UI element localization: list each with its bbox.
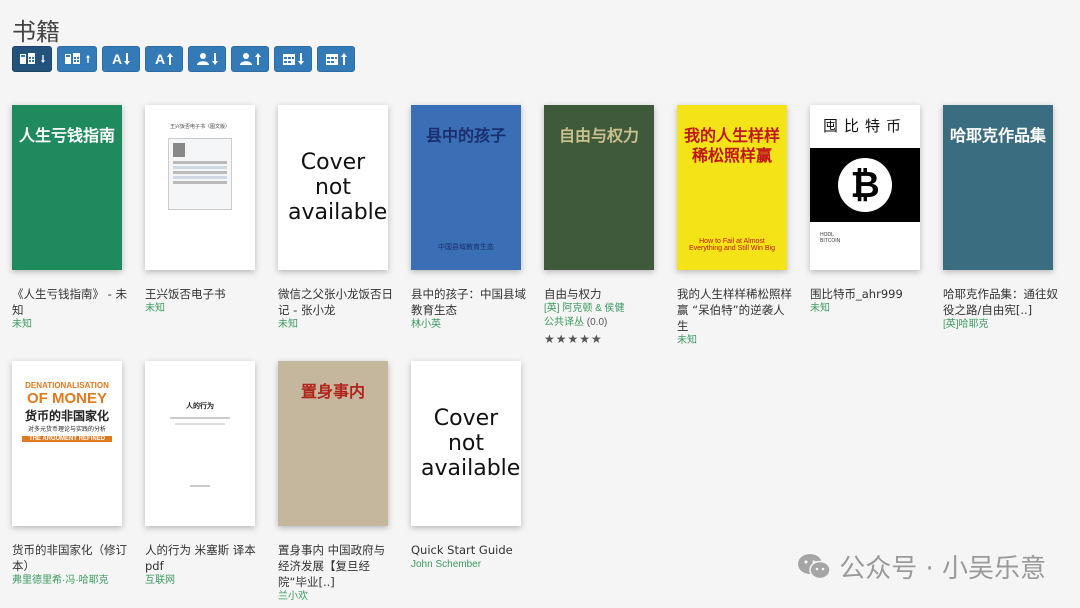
cover-placeholder[interactable]: Cover not available (411, 361, 521, 526)
sort-toolbar: AA (12, 46, 355, 72)
book-card: 囤比特币 ₿ HODL BITCOIN 围比特币_ahr999 未知 (810, 105, 928, 316)
rating-stars: ★★★★★ (544, 332, 603, 346)
book-cover[interactable]: 人的行为 (145, 361, 255, 526)
calendar-icon (326, 54, 338, 65)
arrow-up-icon (167, 53, 174, 65)
book-icon (20, 53, 35, 64)
arrow-down-icon (298, 53, 304, 65)
book-card: 置身事内置身事内 中国政府与经济发展【复旦经院“毕业[..] 兰小欢 (278, 361, 396, 604)
watermark: 公众号 · 小吴乐意 (797, 548, 1046, 585)
book-title[interactable]: 王兴饭否电子书 (145, 286, 263, 302)
sort-title-glyph: A (111, 51, 123, 67)
sort-author-desc-button[interactable] (231, 46, 269, 72)
book-card: 县中的孩子 中国县域教育生态县中的孩子：中国县域教育生态 林小英 (411, 105, 529, 332)
watermark-text: 公众号 · 小吴乐意 (839, 554, 1046, 584)
arrow-up-icon (341, 53, 347, 65)
book-author[interactable]: 兰小欢 (278, 590, 396, 604)
sort-pubdate-desc-button[interactable] (274, 46, 312, 72)
book-card: 人的行为人的行为 米塞斯 译本 pdf 互联网 (145, 361, 263, 588)
book-title[interactable]: 置身事内 中国政府与经济发展【复旦经院“毕业[..] (278, 542, 396, 590)
page-title: 书籍 (12, 18, 60, 46)
book-title[interactable]: 人的行为 米塞斯 译本 pdf (145, 542, 263, 574)
book-cover[interactable]: DENATIONALISATION OF MONEY 货币的非国家化 对多元货币理论与… (12, 361, 122, 526)
book-card: 王兴饭否电子书（图文版） 王兴饭否电子书 未知 (145, 105, 263, 316)
book-author[interactable]: [英]哈耶克 (943, 318, 1061, 332)
arrow-up-icon (255, 53, 261, 65)
book-card: 我的人生样样稀松照样赢 How to Fail at Almost Everyth… (677, 105, 795, 348)
sort-pubdate-asc-button[interactable] (317, 46, 355, 72)
bitcoin-icon: ₿ (810, 148, 920, 222)
series-index: (0.0) (586, 317, 608, 328)
book-title[interactable]: Quick Start Guide (411, 542, 529, 558)
sort-date-asc-button[interactable] (57, 46, 97, 72)
book-author[interactable]: 未知 (810, 302, 928, 316)
book-author[interactable]: 林小英 (411, 318, 529, 332)
book-cover[interactable]: 哈耶克作品集 (943, 105, 1053, 270)
book-author[interactable]: 未知 (677, 334, 795, 348)
book-title[interactable]: 自由与权力 (544, 286, 662, 302)
book-title[interactable]: 围比特币_ahr999 (810, 286, 928, 302)
book-title[interactable]: 货币的非国家化（修订本） (12, 542, 130, 574)
book-title[interactable]: 我的人生样样稀松照样赢 “呆伯特”的逆袭人生 (677, 286, 795, 334)
calendar-icon (283, 54, 295, 65)
book-card: 哈耶克作品集哈耶克作品集：通往奴役之路/自由宪[..] [英]哈耶克 (943, 105, 1061, 332)
book-title[interactable]: 哈耶克作品集：通往奴役之路/自由宪[..] (943, 286, 1061, 318)
wechat-icon (798, 553, 831, 579)
book-card: 自由与权力 自由与权力 [英] 阿克顿 & 侯健 公共译丛 (0.0) ★★★★★ (544, 105, 662, 346)
cover-placeholder[interactable]: Cover not available (278, 105, 388, 270)
book-card: 人生亏钱指南《人生亏钱指南》 - 未知 未知 (12, 105, 130, 332)
book-author[interactable]: [英] 阿克顿 & 侯健 (544, 302, 662, 316)
book-author[interactable]: 未知 (12, 318, 130, 332)
book-series: 公共译丛 (0.0) (544, 316, 662, 330)
book-cover[interactable]: 王兴饭否电子书（图文版） (145, 105, 255, 270)
book-author[interactable]: John Schember (411, 558, 529, 572)
book-cover[interactable]: 自由与权力 (544, 105, 654, 270)
arrow-down-icon (41, 55, 45, 63)
book-author[interactable]: 未知 (145, 302, 263, 316)
book-card: Cover not available Quick Start Guide John… (411, 361, 529, 572)
user-icon (197, 53, 209, 65)
book-cover[interactable]: 县中的孩子 中国县域教育生态 (411, 105, 521, 270)
book-title[interactable]: 微信之父张小龙饭否日记 - 张小龙 (278, 286, 396, 318)
sort-date-desc-button[interactable] (12, 46, 52, 72)
book-card: Cover not available 微信之父张小龙饭否日记 - 张小龙 未知 (278, 105, 396, 332)
sort-title-glyph: A (154, 51, 166, 67)
sort-title-desc-button[interactable]: A (145, 46, 183, 72)
user-icon (240, 53, 252, 65)
book-title[interactable]: 《人生亏钱指南》 - 未知 (12, 286, 130, 318)
book-icon (65, 53, 80, 64)
arrow-up-icon (86, 55, 90, 63)
series-link[interactable]: 公共译丛 (544, 317, 584, 328)
book-card: DENATIONALISATION OF MONEY 货币的非国家化 对多元货币理论与… (12, 361, 130, 588)
arrow-down-icon (124, 53, 131, 65)
book-author[interactable]: 未知 (278, 318, 396, 332)
sort-title-asc-button[interactable]: A (102, 46, 140, 72)
book-author[interactable]: 互联网 (145, 574, 263, 588)
book-cover[interactable]: 置身事内 (278, 361, 388, 526)
book-cover[interactable]: 我的人生样样稀松照样赢 How to Fail at Almost Everyth… (677, 105, 787, 270)
book-cover[interactable]: 人生亏钱指南 (12, 105, 122, 270)
book-author[interactable]: 弗里德里希·冯·哈耶克 (12, 574, 130, 588)
book-title[interactable]: 县中的孩子：中国县域教育生态 (411, 286, 529, 318)
sort-author-asc-button[interactable] (188, 46, 226, 72)
book-cover[interactable]: 囤比特币 ₿ HODL BITCOIN (810, 105, 920, 270)
arrow-down-icon (212, 53, 218, 65)
